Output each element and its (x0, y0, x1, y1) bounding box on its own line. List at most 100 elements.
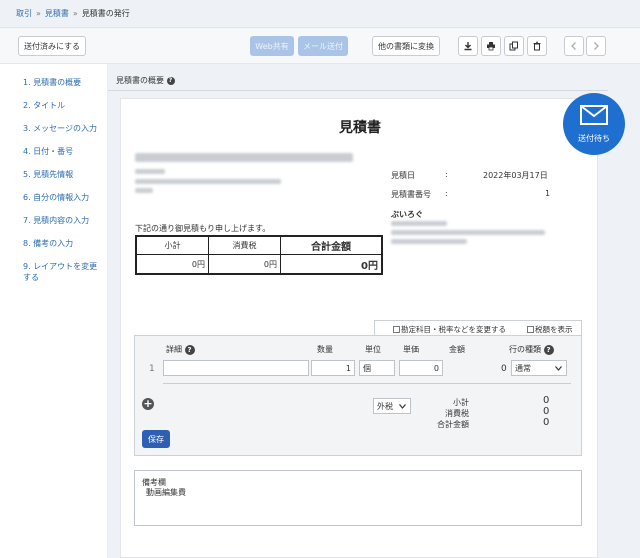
breadcrumb-link-transactions[interactable]: 取引 (16, 9, 32, 18)
tab-label: 見積書の概要 (116, 76, 164, 85)
trash-icon (533, 41, 541, 51)
price-input[interactable]: 0 (399, 360, 443, 376)
tab-overview[interactable]: 見積書の概要 ? (116, 75, 175, 86)
download-icon (464, 42, 472, 51)
sidebar-item-own-info[interactable]: 6. 自分の情報入力 (23, 192, 105, 203)
delete-button[interactable] (527, 36, 547, 56)
document-message: 下記の通り御見積もり申し上げます。 (135, 224, 271, 233)
breadcrumb-separator: » (72, 9, 78, 18)
blurred-recipient-address (135, 188, 153, 193)
date-colon: : (445, 170, 448, 179)
summary-total-label: 合計金額 (437, 420, 469, 429)
sidebar-item-recipient[interactable]: 5. 見積先情報 (23, 169, 105, 180)
total-header: 合計金額 (281, 237, 381, 255)
summary-tax-label: 消費税 (445, 409, 469, 418)
detail-header: 詳細 ? (166, 344, 195, 355)
show-tax-checkbox[interactable] (527, 326, 534, 333)
tax-mode-select[interactable]: 外税 (373, 398, 411, 414)
envelope-icon (580, 105, 608, 125)
blurred-company-info (391, 230, 545, 235)
download-button[interactable] (458, 36, 478, 56)
sidebar: 1. 見積書の概要 2. タイトル 3. メッセージの入力 4. 日付・番号 5… (0, 64, 108, 558)
row-type-select[interactable]: 通常 (511, 360, 567, 376)
status-badge: 送付待ち (563, 93, 625, 155)
line-items-editor: 詳細 ? 数量 単位 単価 金額 行の種類 ? 1 1 個 0 0 通常 + 外… (134, 335, 582, 456)
status-badge-label: 送付待ち (578, 134, 610, 143)
blurred-company-info (391, 239, 467, 244)
unit-header: 単位 (365, 345, 381, 354)
blurred-company-info (391, 221, 447, 226)
summary-tax-value: 0 (543, 406, 550, 417)
sidebar-item-title[interactable]: 2. タイトル (23, 100, 105, 111)
change-accounts-checkbox[interactable] (393, 326, 400, 333)
summary-subtotal-value: 0 (543, 395, 550, 406)
mail-send-button[interactable]: メール送付 (298, 36, 348, 56)
tab-bar (108, 75, 608, 91)
summary-subtotal-label: 小計 (453, 398, 469, 407)
blurred-recipient-address (135, 179, 281, 184)
totals-table: 小計 消費税 合計金額 0円 0円 0円 (135, 235, 383, 275)
sidebar-item-remarks[interactable]: 8. 備考の入力 (23, 238, 105, 249)
convert-document-button[interactable]: 他の書類に変換 (372, 36, 440, 56)
row-index: 1 (149, 364, 155, 374)
remarks-box[interactable]: 備考欄 動画編集費 (134, 470, 582, 526)
chevron-right-icon (594, 42, 599, 50)
qty-input[interactable]: 1 (311, 360, 355, 376)
sidebar-item-date-number[interactable]: 4. 日付・番号 (23, 146, 105, 157)
help-icon[interactable]: ? (166, 76, 175, 85)
show-tax-label: 税額を表示 (535, 325, 573, 334)
change-accounts-option[interactable]: 勘定科目・税率などを変更する (393, 324, 506, 335)
tax-mode-value: 外税 (377, 401, 393, 411)
print-icon (487, 42, 495, 51)
change-accounts-label: 勘定科目・税率などを変更する (401, 325, 506, 334)
date-label: 見積日 (391, 171, 415, 180)
breadcrumb-current: 見積書の発行 (81, 9, 130, 18)
previous-button[interactable] (564, 36, 584, 56)
help-icon[interactable]: ? (184, 344, 195, 355)
help-icon[interactable]: ? (543, 344, 554, 355)
company-name: ぶいろぐ (391, 210, 423, 219)
save-button[interactable]: 保存 (142, 430, 170, 448)
blurred-recipient-address (135, 169, 165, 174)
subtotal-value: 0円 (137, 255, 209, 273)
chevron-down-icon (555, 366, 562, 371)
show-tax-option[interactable]: 税額を表示 (527, 324, 573, 335)
sidebar-item-contents[interactable]: 7. 見積内容の入力 (23, 215, 105, 226)
copy-icon (509, 41, 518, 51)
chevron-left-icon (571, 42, 576, 50)
row-type-header-label: 行の種類 (509, 345, 541, 354)
chevron-down-icon (399, 404, 406, 409)
row-amount: 0 (501, 364, 507, 374)
mark-sent-button[interactable]: 送付済みにする (18, 36, 86, 56)
subtotal-header: 小計 (137, 237, 209, 255)
total-value: 0円 (361, 260, 378, 272)
remarks-text: 動画編集費 (146, 488, 186, 497)
sidebar-item-layout[interactable]: 9. レイアウトを変更する (23, 261, 105, 283)
sidebar-item-message[interactable]: 3. メッセージの入力 (23, 123, 105, 134)
breadcrumb: 取引» 見積書» 見積書の発行 (0, 0, 640, 28)
tax-header: 消費税 (209, 237, 281, 255)
sidebar-item-overview[interactable]: 1. 見積書の概要 (23, 77, 105, 88)
detail-input[interactable] (163, 360, 309, 376)
number-value: 1 (545, 189, 551, 198)
tax-value: 0円 (209, 255, 281, 273)
detail-header-label: 詳細 (166, 345, 182, 354)
row-type-header: 行の種類 ? (509, 344, 554, 355)
row-divider (163, 383, 571, 384)
qty-header: 数量 (317, 345, 333, 354)
add-row-icon[interactable]: + (142, 398, 154, 410)
next-button[interactable] (586, 36, 606, 56)
print-button[interactable] (481, 36, 501, 56)
breadcrumb-link-estimates[interactable]: 見積書 (45, 9, 69, 18)
number-colon: : (445, 189, 448, 198)
price-header: 単価 (403, 345, 419, 354)
number-label: 見積書番号 (391, 190, 431, 199)
unit-input[interactable]: 個 (359, 360, 395, 376)
line-options: 勘定科目・税率などを変更する 税額を表示 (374, 320, 582, 336)
copy-button[interactable] (504, 36, 524, 56)
breadcrumb-separator: » (36, 9, 41, 18)
toolbar: 送付済みにする Web共有 メール送付 他の書類に変換 (0, 28, 640, 64)
date-value: 2022年03月17日 (483, 171, 548, 180)
web-share-button[interactable]: Web共有 (250, 36, 294, 56)
amount-header: 金額 (449, 345, 465, 354)
